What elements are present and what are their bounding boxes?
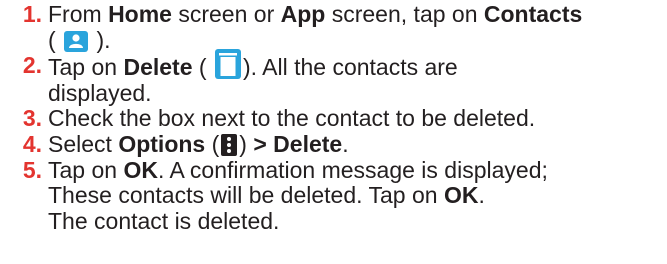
step-1: 1. From Home screen or App screen, tap o… (8, 1, 665, 53)
step-text: ( (205, 130, 220, 157)
step-text: Select (48, 130, 119, 157)
step-text: The contact is deleted. (48, 207, 280, 234)
step-text: ). (96, 26, 111, 53)
step-text: Tap on (48, 156, 124, 183)
step-text: ( (192, 54, 207, 81)
instruction-steps: 1. From Home screen or App screen, tap o… (8, 1, 665, 235)
step-text-bold: App (280, 1, 326, 27)
step-text: ( (48, 26, 56, 53)
step-number: 3. (22, 105, 42, 132)
step-2: 2. Tap on Delete ( ). All the contacts a… (8, 49, 665, 106)
step-text: . (342, 130, 349, 157)
step-number: 5. (22, 156, 42, 183)
step-text-bold: OK (443, 182, 479, 209)
delete-trash-icon (214, 49, 241, 80)
step-text: screen or (171, 1, 281, 27)
step-text: ) (239, 130, 254, 157)
options-menu-icon (221, 133, 238, 156)
step-text: ). All the contacts are (242, 54, 458, 81)
step-text: From (48, 1, 109, 27)
step-text: screen, tap on (325, 1, 484, 27)
step-text: . (478, 182, 485, 209)
step-5: 5. Tap on OK. A confirmation message is … (8, 156, 665, 235)
step-number: 4. (22, 130, 42, 157)
step-4: 4. Select Options ( ) > Delete. (8, 130, 665, 158)
step-text: Check the box next to the contact to be … (48, 105, 536, 132)
step-text-bold: Contacts (483, 1, 583, 27)
step-text: . A confirmation message is displayed; (157, 156, 548, 183)
step-text-bold: Delete (123, 54, 193, 81)
step-text: Tap on (48, 54, 124, 81)
step-3: 3. Check the box next to the contact to … (8, 106, 665, 132)
step-text-bold: Home (108, 1, 172, 27)
contacts-app-icon (64, 30, 89, 52)
step-text-bold: > Delete (253, 130, 343, 157)
step-text-bold: Options (118, 130, 206, 157)
step-text: displayed. (48, 79, 152, 106)
step-text: These contacts will be deleted. Tap on (48, 182, 444, 209)
step-number: 2. (22, 52, 42, 79)
step-text-bold: OK (123, 156, 158, 183)
step-number: 1. (22, 1, 42, 27)
